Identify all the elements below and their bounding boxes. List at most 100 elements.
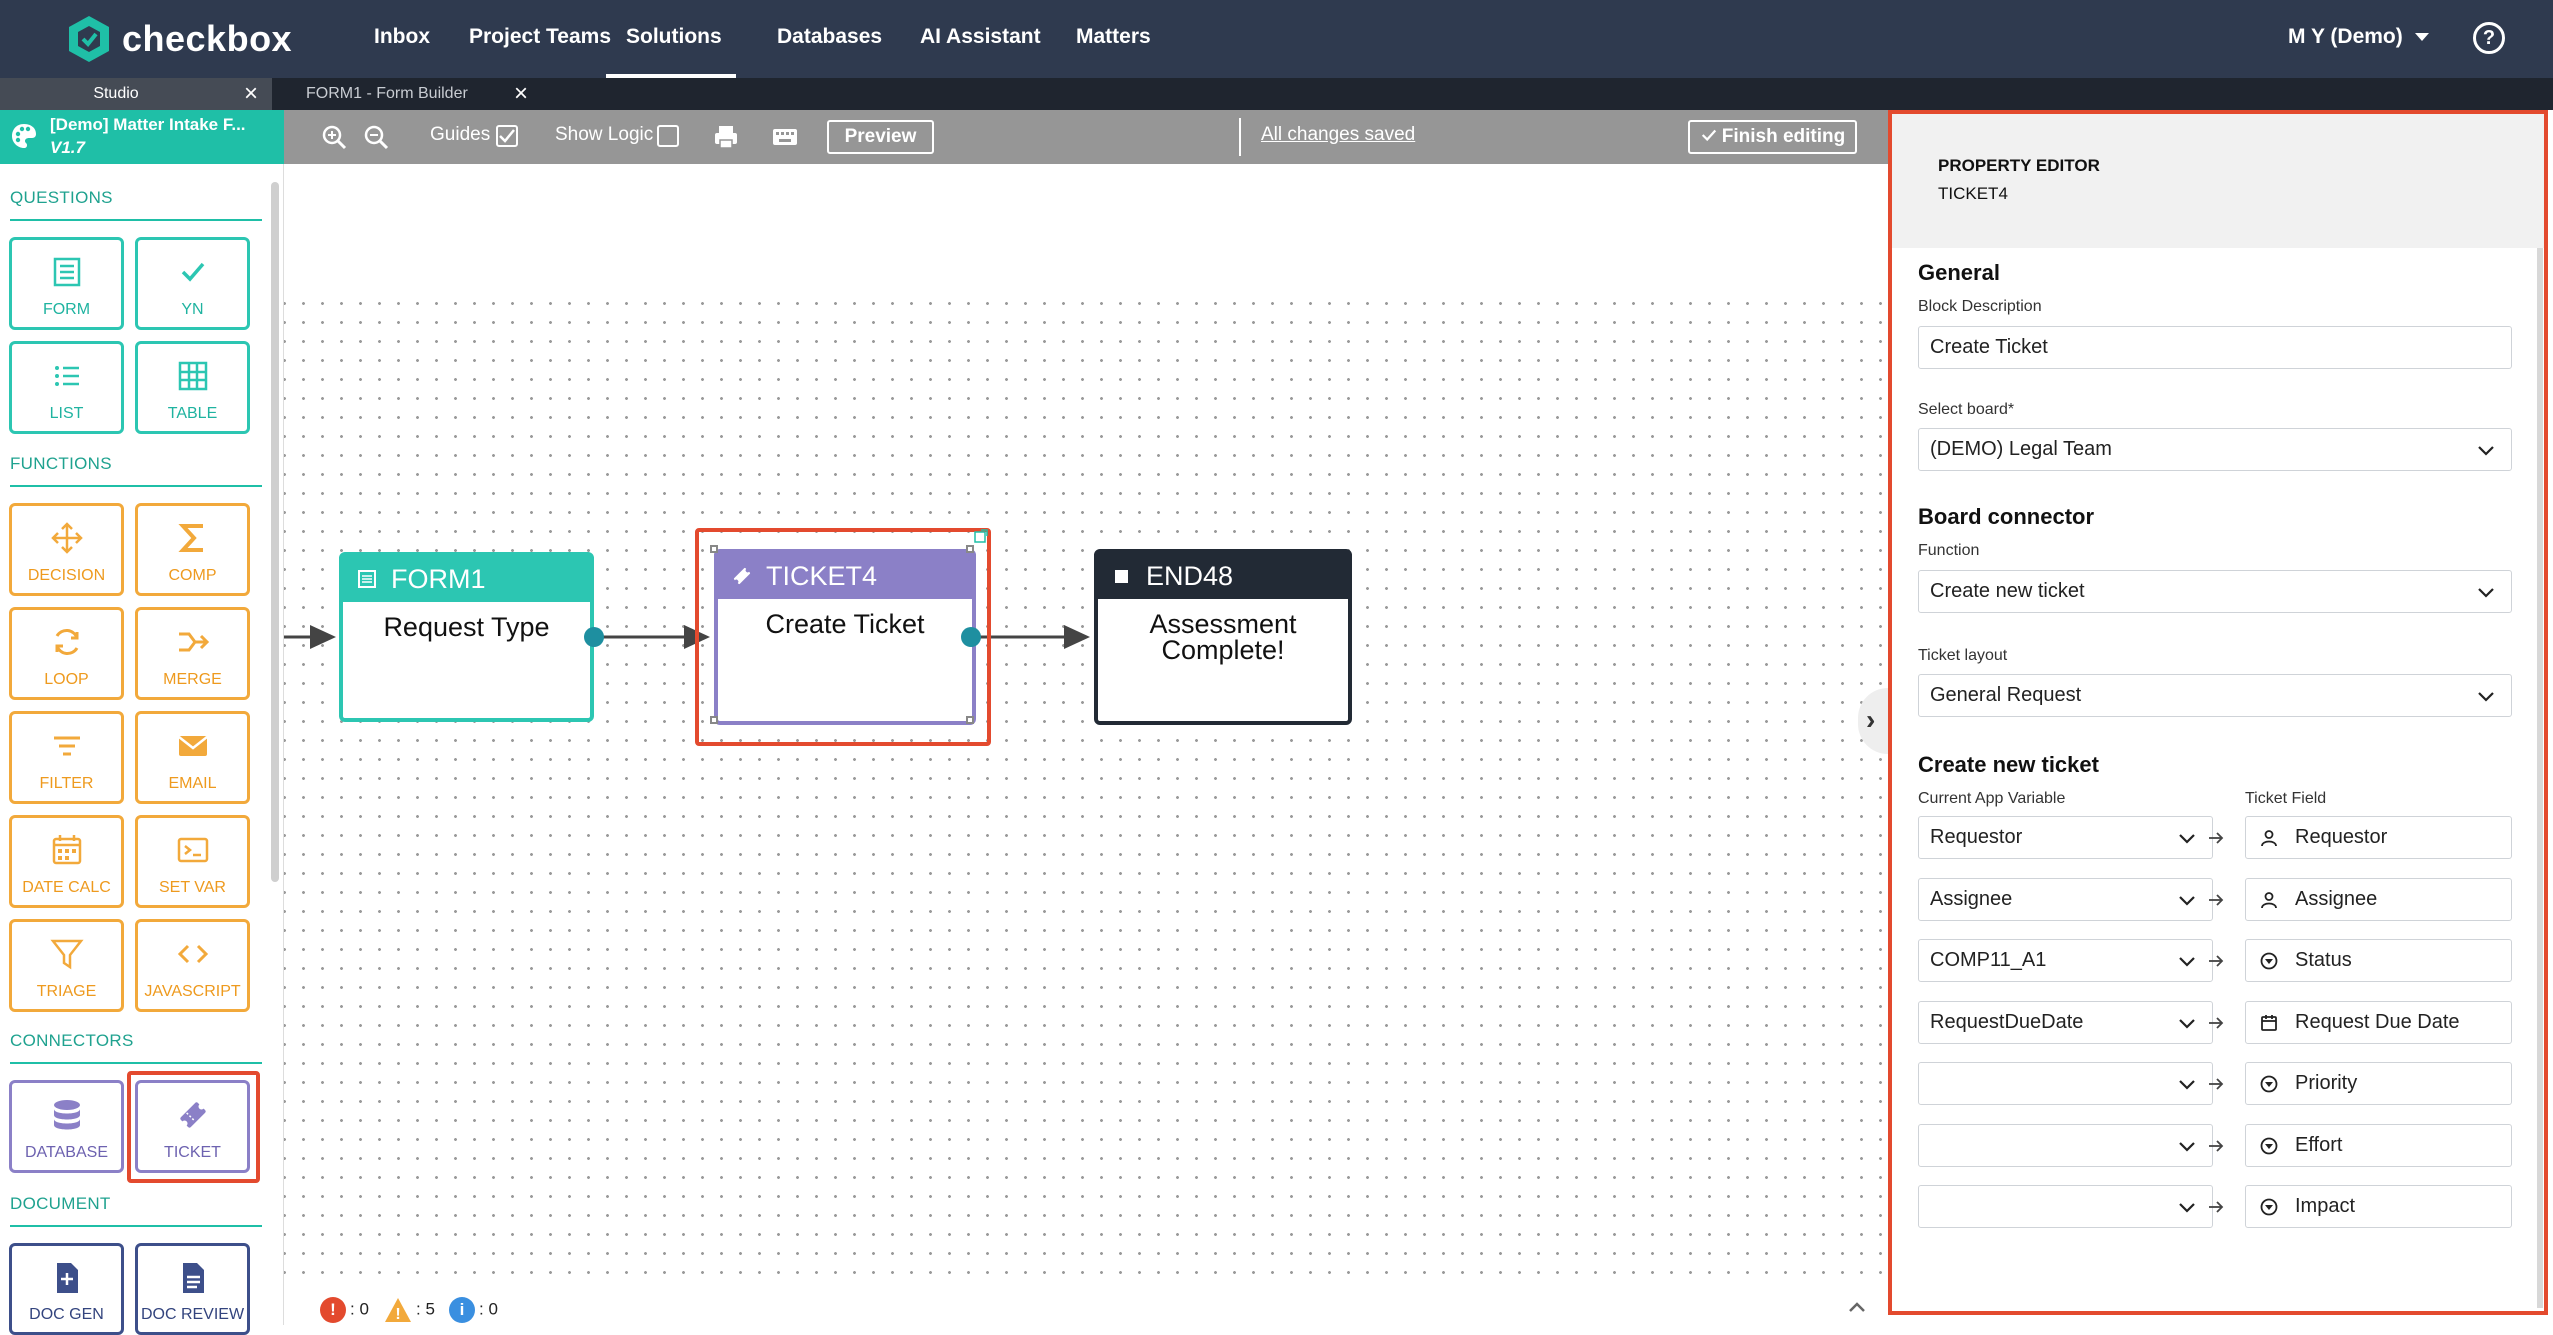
select-board-dropdown[interactable]: (DEMO) Legal Team — [1918, 428, 2512, 471]
palette-doc-review[interactable]: DOC REVIEW — [135, 1243, 250, 1335]
zoom-in-icon[interactable] — [320, 123, 348, 151]
warning-count[interactable]: !: 5 — [384, 1297, 435, 1323]
nav-matters[interactable]: Matters — [1076, 0, 1151, 78]
nav-project-teams[interactable]: Project Teams — [469, 0, 611, 78]
palette-doc-gen[interactable]: DOC GEN — [9, 1243, 124, 1335]
preview-button[interactable]: Preview — [827, 120, 934, 154]
chevron-right-icon: › — [1866, 704, 1876, 735]
palette-label: LOOP — [44, 671, 89, 688]
palette-merge[interactable]: MERGE — [135, 607, 250, 700]
person-icon — [2261, 830, 2277, 847]
resize-handle[interactable] — [710, 716, 718, 724]
save-status-link[interactable]: All changes saved — [1261, 124, 1415, 146]
flow-node-ticket4[interactable]: TICKET4 Create Ticket — [714, 549, 976, 725]
finish-editing-button[interactable]: Finish editing — [1688, 120, 1857, 154]
ticket-field: Priority — [2245, 1062, 2512, 1105]
sidebar-scrollbar[interactable] — [271, 182, 279, 882]
section-create-new-ticket: Create new ticket — [1918, 752, 2099, 777]
info-count[interactable]: i: 0 — [449, 1297, 498, 1323]
output-port[interactable] — [961, 627, 981, 647]
app-title-bar: [Demo] Matter Intake F... V1.7 — [0, 110, 284, 164]
chevron-down-icon — [2179, 957, 2195, 967]
nav-databases[interactable]: Databases — [777, 0, 882, 78]
guides-checkbox[interactable] — [496, 125, 518, 147]
chevron-down-icon — [2179, 1019, 2195, 1029]
block-description-label: Block Description — [1918, 298, 2042, 315]
palette-database[interactable]: DATABASE — [9, 1080, 124, 1173]
show-logic-checkbox[interactable] — [657, 125, 679, 147]
resize-handle[interactable] — [966, 716, 974, 724]
app-variable-dropdown[interactable]: RequestDueDate — [1918, 1001, 2213, 1044]
palette-email[interactable]: EMAIL — [135, 711, 250, 804]
dropdown-circle-icon — [2260, 1198, 2278, 1216]
palette-label: TRIAGE — [36, 983, 97, 1000]
flow-node-form1[interactable]: FORM1 Request Type — [339, 552, 594, 722]
app-variable-dropdown[interactable] — [1918, 1124, 2213, 1167]
link-node-icon[interactable] — [973, 528, 989, 544]
ticket-icon — [733, 567, 751, 585]
app-variable-dropdown[interactable]: Requestor — [1918, 816, 2213, 859]
palette-triage[interactable]: TRIAGE — [9, 919, 124, 1012]
function-dropdown[interactable]: Create new ticket — [1918, 570, 2512, 613]
error-count[interactable]: !: 0 — [320, 1297, 369, 1323]
node-description: Assessment Complete! — [1149, 609, 1297, 665]
chevron-down-icon — [2179, 1142, 2195, 1152]
close-icon[interactable]: × — [244, 78, 258, 110]
error-icon: ! — [320, 1297, 346, 1323]
help-icon[interactable]: ? — [2473, 22, 2505, 54]
tab-studio[interactable]: Studio × — [0, 78, 272, 110]
palette-date-calc[interactable]: DATE CALC — [9, 815, 124, 908]
app-variable-value: COMP11_A1 — [1930, 949, 2047, 971]
function-value: Create new ticket — [1930, 580, 2085, 602]
app-variable-dropdown[interactable]: COMP11_A1 — [1918, 939, 2213, 982]
tab-form-builder[interactable]: FORM1 - Form Builder × — [282, 78, 542, 110]
flow-connectors — [284, 625, 1090, 649]
app-variable-dropdown[interactable] — [1918, 1062, 2213, 1105]
zoom-out-icon[interactable] — [362, 123, 390, 151]
arrow-right-icon — [2206, 1013, 2226, 1033]
palette-table[interactable]: TABLE — [135, 341, 250, 434]
block-description-input[interactable]: Create Ticket — [1918, 326, 2512, 369]
resize-handle[interactable] — [966, 545, 974, 553]
palette-list[interactable]: LIST — [9, 341, 124, 434]
flow-node-end48[interactable]: END48 Assessment Complete! — [1094, 549, 1352, 725]
chevron-down-icon — [2478, 446, 2494, 456]
property-editor-scrollbar[interactable] — [2537, 248, 2543, 1308]
top-navigation-bar: checkbox Inbox Project Teams Solutions D… — [0, 0, 2553, 78]
user-menu[interactable]: M Y (Demo) — [2288, 0, 2429, 74]
palette-label: EMAIL — [168, 775, 217, 792]
palette-yn[interactable]: YN — [135, 237, 250, 330]
palette-comp[interactable]: COMP — [135, 503, 250, 596]
palette-form[interactable]: FORM — [9, 237, 124, 330]
palette-loop[interactable]: LOOP — [9, 607, 124, 700]
checkbox-logo[interactable]: checkbox — [66, 8, 292, 70]
info-count-value: 0 — [488, 1299, 498, 1319]
section-header-connectors: CONNECTORS — [10, 1031, 134, 1050]
ticket-field: Effort — [2245, 1124, 2512, 1167]
print-icon[interactable] — [712, 123, 740, 151]
selected-block-id: TICKET4 — [1938, 184, 2008, 203]
palette-label: DECISION — [27, 567, 106, 584]
palette-label: SET VAR — [159, 879, 226, 896]
palette-decision[interactable]: DECISION — [9, 503, 124, 596]
resize-handle[interactable] — [710, 545, 718, 553]
app-variable-dropdown[interactable] — [1918, 1185, 2213, 1228]
nav-ai-assistant[interactable]: AI Assistant — [920, 0, 1041, 78]
calendar-icon — [52, 835, 81, 865]
palette-filter[interactable]: FILTER — [9, 711, 124, 804]
output-port[interactable] — [584, 627, 604, 647]
chevron-up-icon[interactable] — [1847, 1300, 1867, 1314]
palette-set-var[interactable]: SET VAR — [135, 815, 250, 908]
close-icon[interactable]: × — [514, 78, 528, 110]
app-variable-dropdown[interactable]: Assignee — [1918, 878, 2213, 921]
nav-inbox[interactable]: Inbox — [374, 0, 430, 78]
palette-javascript[interactable]: JAVASCRIPT — [135, 919, 250, 1012]
keyboard-icon[interactable] — [771, 123, 799, 151]
palette-label: FILTER — [39, 775, 94, 792]
dropdown-circle-icon — [2260, 1137, 2278, 1155]
ticket-field: Requestor — [2245, 816, 2512, 859]
document-add-icon — [56, 1263, 78, 1293]
nav-solutions[interactable]: Solutions — [606, 0, 736, 78]
error-count-value: 0 — [359, 1299, 369, 1319]
ticket-layout-dropdown[interactable]: General Request — [1918, 674, 2512, 717]
